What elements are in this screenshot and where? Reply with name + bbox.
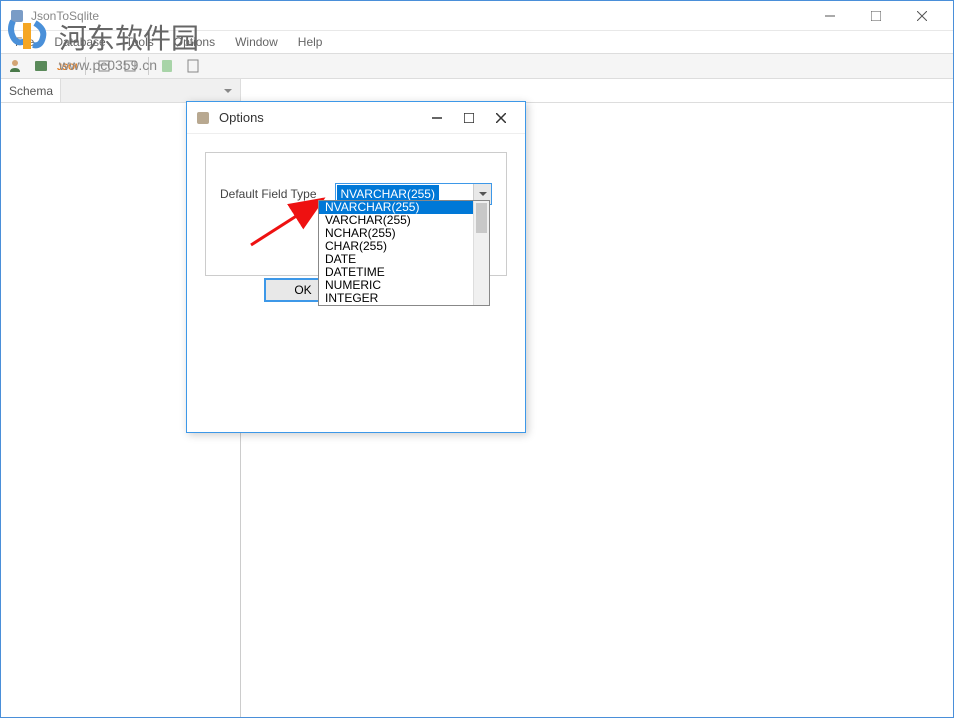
main-window-title: JsonToSqlite: [31, 9, 807, 23]
dialog-close-button[interactable]: [485, 106, 517, 130]
main-window-controls: [807, 1, 945, 31]
toolbar: JSON: [1, 53, 953, 79]
dropdown-scrollbar[interactable]: [473, 201, 489, 305]
scrollbar-thumb[interactable]: [476, 203, 487, 233]
field-type-dropdown-list: NVARCHAR(255) VARCHAR(255) NCHAR(255) CH…: [318, 200, 490, 306]
dialog-maximize-button[interactable]: [453, 106, 485, 130]
close-button[interactable]: [899, 1, 945, 31]
toolbar-btn-1[interactable]: [5, 56, 25, 76]
toolbar-separator: [85, 57, 86, 75]
toolbar-btn-5[interactable]: [157, 56, 177, 76]
default-field-type-label: Default Field Type: [220, 187, 317, 201]
schema-dropdown[interactable]: [61, 79, 241, 102]
main-titlebar: JsonToSqlite: [1, 1, 953, 31]
menu-window[interactable]: Window: [227, 33, 286, 51]
menu-options[interactable]: Options: [166, 33, 223, 51]
menu-help[interactable]: Help: [290, 33, 331, 51]
schema-label: Schema: [1, 79, 61, 102]
toolbar-separator-2: [148, 57, 149, 75]
menu-tools[interactable]: Tools: [118, 33, 162, 51]
app-icon: [9, 8, 25, 24]
dropdown-option-integer[interactable]: INTEGER: [319, 292, 473, 305]
dialog-minimize-button[interactable]: [421, 106, 453, 130]
dialog-icon: [195, 110, 211, 126]
menu-file[interactable]: File: [7, 33, 42, 51]
toolbar-btn-6[interactable]: [183, 56, 203, 76]
schema-row: Schema: [1, 79, 953, 103]
toolbar-btn-4[interactable]: [120, 56, 140, 76]
minimize-button[interactable]: [807, 1, 853, 31]
toolbar-btn-2[interactable]: [31, 56, 51, 76]
dialog-titlebar[interactable]: Options: [187, 102, 525, 134]
menubar: File Database Tools Options Window Help: [1, 31, 953, 53]
dialog-title: Options: [219, 110, 421, 125]
menu-database[interactable]: Database: [46, 33, 113, 51]
toolbar-json-icon[interactable]: JSON: [57, 56, 77, 76]
svg-text:JSON: JSON: [57, 62, 77, 72]
toolbar-btn-3[interactable]: [94, 56, 114, 76]
maximize-button[interactable]: [853, 1, 899, 31]
